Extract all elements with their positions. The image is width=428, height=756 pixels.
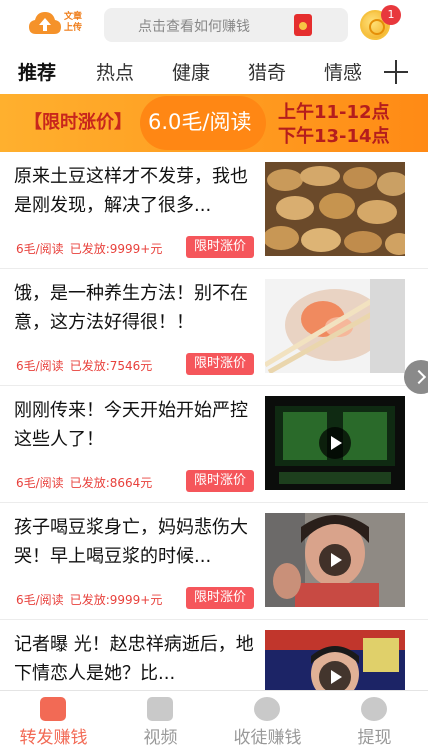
list-item[interactable]: 刚刚传来！今天开始开始严控这些人了！ 6毛/阅读 已发放:8664元 限时涨价 xyxy=(0,386,428,503)
price-tag: 限时涨价 xyxy=(186,236,254,258)
banner-price: 6.0毛/阅读 xyxy=(148,110,252,134)
tab-emotion[interactable]: 情感 xyxy=(324,58,362,85)
nav-share-earn[interactable]: 转发赚钱 xyxy=(0,691,107,756)
article-paid: 已发放:9999+元 xyxy=(69,242,163,256)
nav-label: 视频 xyxy=(143,728,178,748)
article-paid: 已发放:8664元 xyxy=(69,476,153,490)
list-item[interactable]: 孩子喝豆浆身亡，妈妈悲伤大哭！早上喝豆浆的时候... 6毛/阅读 已发放:9999… xyxy=(0,503,428,620)
crying-woman-image xyxy=(265,513,405,607)
price-tag: 限时涨价 xyxy=(186,353,254,375)
nav-recruit[interactable]: 收徒赚钱 xyxy=(214,691,321,756)
tab-recommend[interactable]: 推荐 xyxy=(18,58,56,85)
tab-curious[interactable]: 猎奇 xyxy=(248,58,286,85)
article-title: 记者曝 光！赵忠祥病逝后，地下情恋人是她？比... xyxy=(14,634,254,684)
play-icon[interactable] xyxy=(319,427,351,459)
nav-label: 提现 xyxy=(357,728,392,748)
banner-time-morning: 上午11-12点 xyxy=(278,102,390,123)
article-paid: 已发放:7546元 xyxy=(69,359,153,373)
play-icon[interactable] xyxy=(319,544,351,576)
video-icon xyxy=(147,697,173,721)
potato-image xyxy=(265,162,405,256)
tab-health[interactable]: 健康 xyxy=(172,58,210,85)
article-title: 刚刚传来！今天开始开始严控这些人了！ xyxy=(14,400,248,450)
article-title: 原来土豆这样才不发芽，我也是刚发现，解决了很多... xyxy=(14,166,248,216)
list-item[interactable]: 饿，是一种养生方法！别不在意，这方法好得很！！ 6毛/阅读 已发放:7546元 限… xyxy=(0,269,428,386)
article-rate: 6毛/阅读 xyxy=(16,242,64,256)
logo-text: 文章上传 xyxy=(64,12,83,33)
nav-label: 转发赚钱 xyxy=(19,728,88,748)
article-title: 孩子喝豆浆身亡，妈妈悲伤大哭！早上喝豆浆的时候... xyxy=(14,517,248,567)
food-image xyxy=(265,279,405,373)
article-rate: 6毛/阅读 xyxy=(16,476,64,490)
article-meta: 6毛/阅读 已发放:8664元 xyxy=(16,474,152,491)
wallet-icon xyxy=(361,697,387,721)
search-bar[interactable]: 点击查看如何赚钱 xyxy=(104,8,348,42)
user-icon xyxy=(254,697,280,721)
red-envelope-icon xyxy=(294,14,312,36)
warning-image xyxy=(265,396,405,490)
upload-cloud-logo-icon[interactable] xyxy=(28,10,62,36)
add-tab-icon[interactable] xyxy=(384,60,408,84)
nav-label: 收徒赚钱 xyxy=(233,728,302,748)
search-placeholder: 点击查看如何赚钱 xyxy=(138,19,250,35)
app-screen: 文章上传 点击查看如何赚钱 1 推荐 热点 健康 猎奇 情感 【限时涨价】 6.… xyxy=(0,0,428,756)
tab-hot[interactable]: 热点 xyxy=(96,58,134,85)
article-rate: 6毛/阅读 xyxy=(16,593,64,607)
banner-time-afternoon: 下午13-14点 xyxy=(278,126,390,147)
article-title: 饿，是一种养生方法！别不在意，这方法好得很！！ xyxy=(14,283,248,333)
banner-left-text: 【限时涨价】 xyxy=(24,112,132,133)
nav-withdraw[interactable]: 提现 xyxy=(321,691,428,756)
category-tabs: 推荐 热点 健康 猎奇 情感 xyxy=(0,50,428,94)
article-meta: 6毛/阅读 已发放:7546元 xyxy=(16,357,152,374)
price-tag: 限时涨价 xyxy=(186,470,254,492)
notification-badge: 1 xyxy=(381,5,401,25)
nav-video[interactable]: 视频 xyxy=(107,691,214,756)
article-meta: 6毛/阅读 已发放:9999+元 xyxy=(16,591,162,608)
play-icon[interactable] xyxy=(319,661,351,693)
price-tag: 限时涨价 xyxy=(186,587,254,609)
share-icon xyxy=(40,697,66,721)
article-paid: 已发放:9999+元 xyxy=(69,593,163,607)
top-bar: 文章上传 点击查看如何赚钱 1 xyxy=(0,0,428,50)
promo-banner[interactable]: 【限时涨价】 6.0毛/阅读 上午11-12点 下午13-14点 xyxy=(0,94,428,152)
bottom-navigation: 转发赚钱 视频 收徒赚钱 提现 xyxy=(0,690,428,756)
article-meta: 6毛/阅读 已发放:9999+元 xyxy=(16,240,162,257)
list-item[interactable]: 原来土豆这样才不发芽，我也是刚发现，解决了很多... 6毛/阅读 已发放:9999… xyxy=(0,152,428,269)
article-rate: 6毛/阅读 xyxy=(16,359,64,373)
